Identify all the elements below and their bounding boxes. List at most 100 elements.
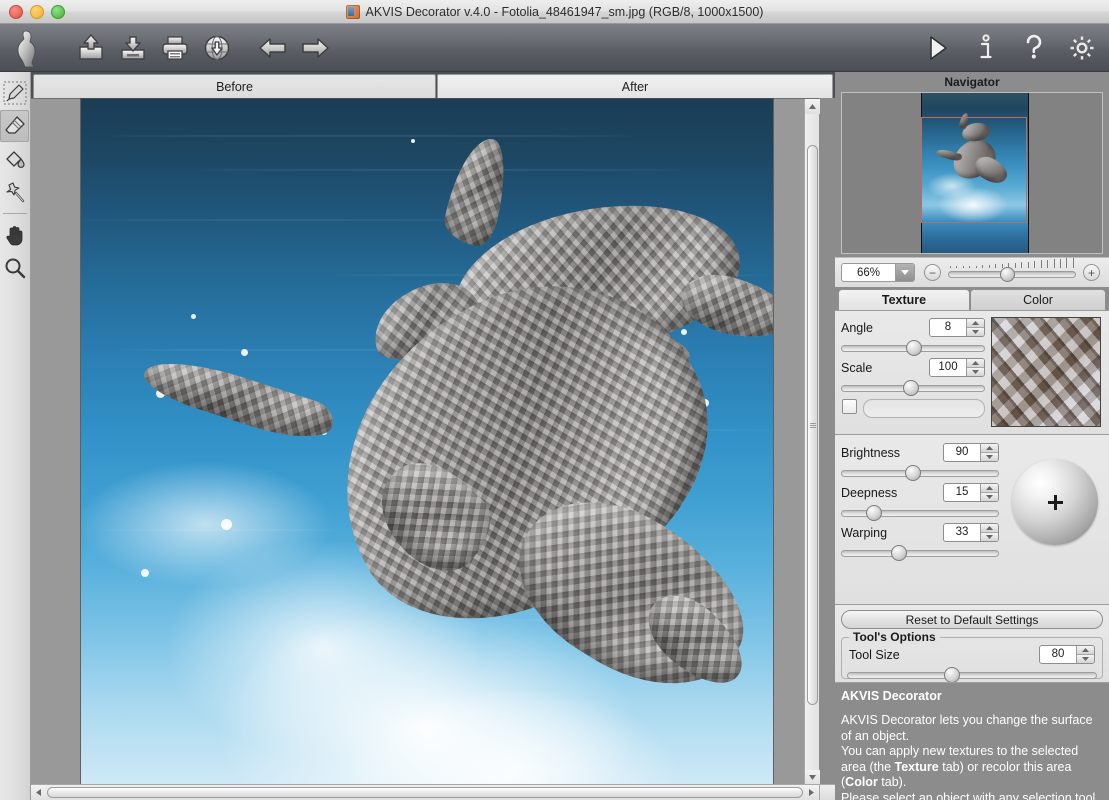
save-image-button[interactable] [112,26,154,70]
texture-library-checkbox[interactable] [842,399,857,414]
brightness-stepper[interactable] [980,444,998,461]
window-title-text: AKVIS Decorator v.4.0 - Fotolia_48461947… [366,5,764,19]
horizontal-scroll-thumb[interactable] [47,787,803,798]
tab-texture[interactable]: Texture [838,289,970,310]
close-button[interactable] [9,5,23,19]
light-position-crosshair-icon[interactable] [1048,495,1063,510]
zoom-slider[interactable] [948,262,1076,284]
warping-slider-knob[interactable] [891,545,907,561]
brightness-decrement-icon[interactable] [981,453,998,461]
info-button[interactable] [973,33,999,63]
angle-spinbox[interactable]: 8 [929,318,985,337]
open-image-button[interactable] [70,26,112,70]
texture-library-combobox[interactable] [863,399,985,418]
canvas-horizontal-scrollbar[interactable] [31,784,835,800]
deepness-slider[interactable] [841,505,999,521]
redo-button[interactable] [294,26,336,70]
warping-stepper[interactable] [980,524,998,541]
warping-increment-icon[interactable] [981,524,998,533]
scale-spinbox[interactable]: 100 [929,358,985,377]
warping-decrement-icon[interactable] [981,533,998,541]
scroll-right-arrow-icon[interactable] [804,785,819,800]
run-button[interactable] [925,33,951,63]
scale-stepper[interactable] [966,359,984,376]
scroll-up-arrow-icon[interactable] [805,99,820,114]
help-button[interactable] [1021,33,1047,63]
scale-row: Scale 100 [841,358,985,377]
paint-bucket-tool[interactable] [0,143,29,175]
tool-size-slider-knob[interactable] [944,667,960,683]
zoom-level-combobox[interactable]: 66% [841,263,915,282]
texture-preview-swatch[interactable] [991,317,1101,427]
ripple [81,219,481,221]
eraser-tool[interactable] [0,110,29,142]
tool-size-stepper[interactable] [1076,646,1094,663]
akvis-decorator-window: AKVIS Decorator v.4.0 - Fotolia_48461947… [0,0,1109,800]
spray-droplet [221,519,232,530]
zoom-slider-knob[interactable] [1000,267,1015,282]
tab-color[interactable]: Color [970,289,1106,310]
zoom-in-button[interactable]: + [1083,264,1100,281]
brightness-slider-knob[interactable] [905,465,921,481]
main-toolbar [0,24,1109,72]
undo-button[interactable] [252,26,294,70]
canvas-vertical-scrollbar[interactable] [804,99,819,785]
zoom-button[interactable] [51,5,65,19]
zoom-out-button[interactable]: − [924,264,941,281]
navigator-preview[interactable] [841,92,1103,254]
magic-wand-tool[interactable] [0,176,29,208]
brightness-label: Brightness [841,446,900,460]
canvas-viewport[interactable] [31,98,819,784]
brightness-slider[interactable] [841,465,999,481]
warping-spinbox[interactable]: 33 [943,523,999,542]
brightness-value: 90 [944,444,980,461]
light-direction-sphere[interactable] [1012,459,1098,545]
preferences-button[interactable] [1069,33,1095,63]
tools-options-title: Tool's Options [849,630,940,644]
window-controls[interactable] [9,5,65,19]
tool-size-spinbox[interactable]: 80 [1039,645,1095,664]
minimize-button[interactable] [30,5,44,19]
help-title: AKVIS Decorator [841,689,1101,703]
tool-size-slider-track [847,672,1097,679]
scale-decrement-icon[interactable] [967,368,984,376]
selection-brush-tool[interactable] [0,77,29,109]
zoom-tool[interactable] [0,252,29,284]
scale-increment-icon[interactable] [967,359,984,368]
angle-slider[interactable] [841,340,985,356]
deepness-stepper[interactable] [980,484,998,501]
brightness-spinbox[interactable]: 90 [943,443,999,462]
vertical-scroll-thumb[interactable] [807,145,818,705]
brightness-increment-icon[interactable] [981,444,998,453]
deepness-slider-knob[interactable] [866,505,882,521]
help-texture-tab-ref: Texture [895,760,939,774]
tab-after[interactable]: After [437,74,833,98]
tool-size-decrement-icon[interactable] [1077,655,1094,663]
warping-slider[interactable] [841,545,999,561]
deepness-increment-icon[interactable] [981,484,998,493]
brightness-row: Brightness 90 [841,443,999,462]
scale-slider-knob[interactable] [903,380,919,396]
navigator-viewport-frame[interactable] [921,117,1027,223]
tab-before[interactable]: Before [33,74,436,98]
reset-to-default-settings-button[interactable]: Reset to Default Settings [841,610,1103,629]
scroll-down-arrow-icon[interactable] [805,770,820,785]
chevron-down-icon[interactable] [895,264,914,281]
angle-increment-icon[interactable] [967,319,984,328]
edited-photo[interactable] [81,99,773,785]
hand-tool[interactable] [0,219,29,251]
tool-size-increment-icon[interactable] [1077,646,1094,655]
ripple [121,349,421,351]
deepness-decrement-icon[interactable] [981,493,998,501]
deepness-spinbox[interactable]: 15 [943,483,999,502]
print-image-button[interactable] [154,26,196,70]
angle-decrement-icon[interactable] [967,328,984,336]
scale-slider[interactable] [841,380,985,396]
material-settings-section: Brightness 90 Deepness [835,434,1109,604]
ripple [111,135,631,137]
tool-size-slider[interactable] [847,667,1097,683]
publish-web-button[interactable] [196,26,238,70]
angle-stepper[interactable] [966,319,984,336]
angle-slider-knob[interactable] [906,340,922,356]
scroll-left-arrow-icon[interactable] [31,785,46,800]
